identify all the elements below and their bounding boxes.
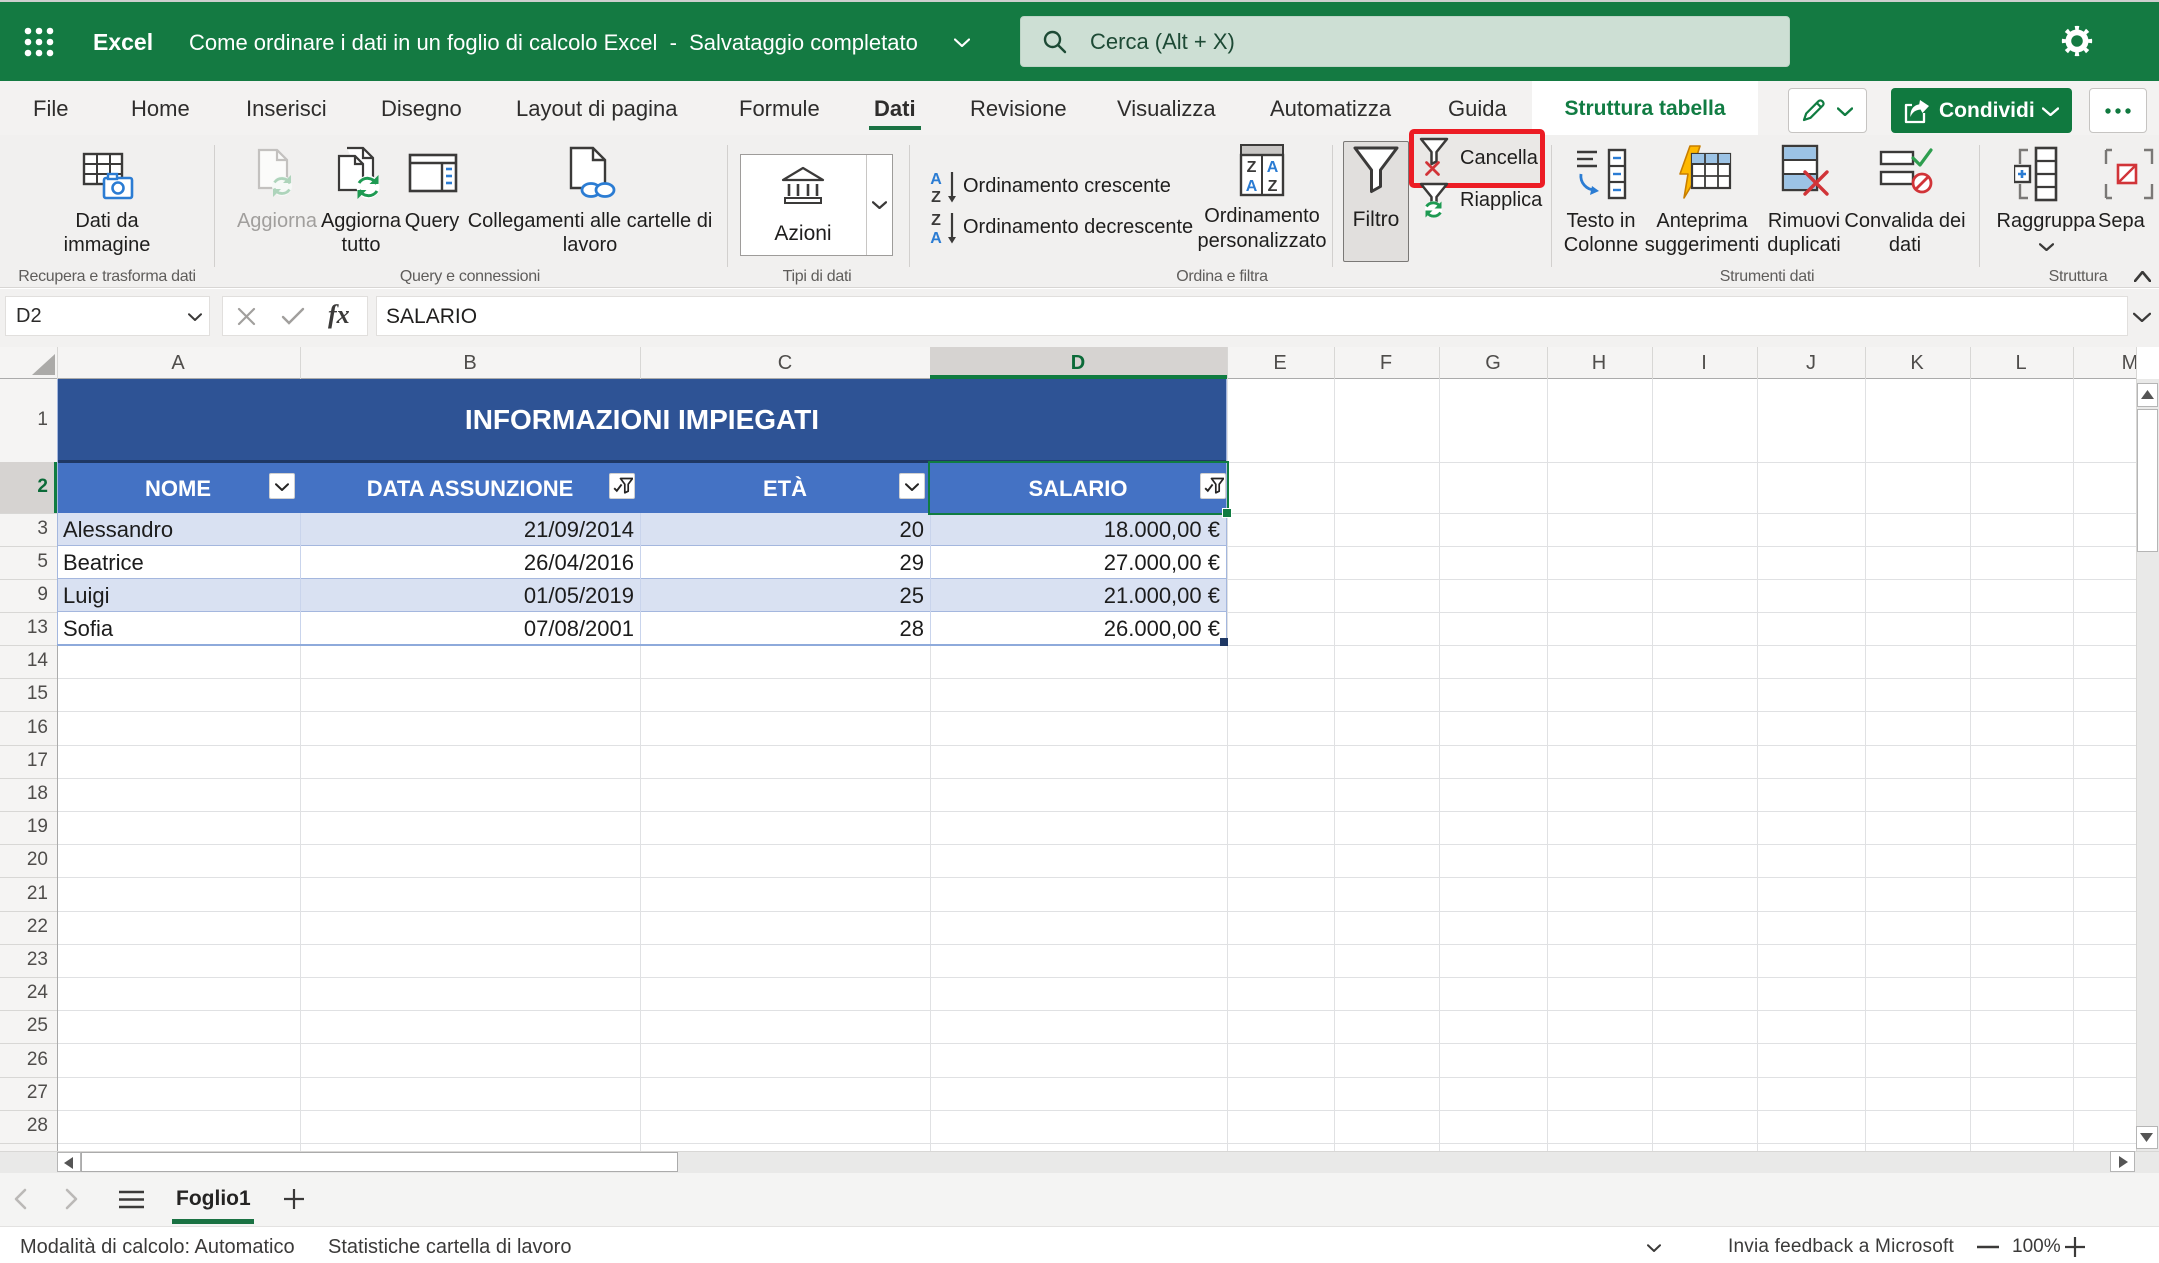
svg-text:A: A (1246, 178, 1258, 195)
svg-text:Z: Z (1268, 178, 1278, 195)
svg-text:A: A (1267, 159, 1279, 176)
svg-text:A: A (930, 171, 942, 188)
svg-text:Z: Z (1247, 159, 1257, 176)
